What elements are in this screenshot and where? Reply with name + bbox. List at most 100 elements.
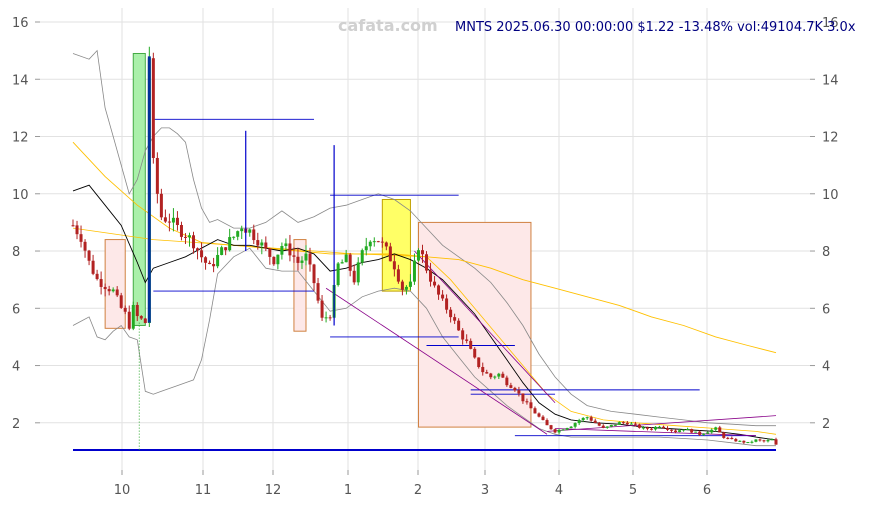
candle-body <box>187 235 191 238</box>
candle-body <box>469 340 473 349</box>
candle-body <box>103 286 107 290</box>
candle-body <box>714 427 718 430</box>
candle-body <box>666 428 670 430</box>
candle-body <box>641 427 645 429</box>
candle-body <box>127 311 131 329</box>
candle-body <box>549 425 553 430</box>
candle-body <box>91 260 95 274</box>
candle-body <box>505 377 509 386</box>
candle-body <box>420 250 424 255</box>
candle-body <box>437 285 441 295</box>
candle-body <box>288 243 292 256</box>
candle-body <box>694 431 698 433</box>
candle-body <box>489 373 493 378</box>
y-tick-label-left: 8 <box>12 245 20 260</box>
x-tick-label: 3 <box>481 483 489 498</box>
candle-body <box>477 357 481 368</box>
candle-body <box>316 283 320 301</box>
candle-body <box>525 401 529 403</box>
candle-body <box>770 439 774 441</box>
candle-body <box>360 250 364 263</box>
candle-body <box>171 217 175 223</box>
candle-body <box>212 264 216 267</box>
candle-body <box>87 250 91 261</box>
candle-body <box>429 270 433 282</box>
stock-chart: 2 2 4 4 6 6 8 8 10 10 12 12 14 14 16 16 10 11 12 1 2 3 4 5 6 caf… <box>0 0 889 505</box>
candle-body <box>425 254 429 271</box>
candle-body <box>276 254 280 265</box>
candle-body <box>119 295 123 308</box>
candle-body <box>220 247 224 255</box>
candle-body <box>497 373 501 377</box>
candle-body <box>340 262 344 264</box>
candle-body <box>388 246 392 262</box>
candle-body <box>115 289 119 296</box>
zone-green <box>132 52 146 326</box>
candle-body <box>645 427 649 429</box>
zone-pink <box>104 239 126 329</box>
candle-body <box>758 439 762 441</box>
candle-body <box>686 429 690 431</box>
candle-body <box>344 254 348 263</box>
candle-body <box>553 429 557 433</box>
trend-line <box>546 415 777 432</box>
candle-body <box>601 425 605 428</box>
x-tick-label: 11 <box>195 483 212 498</box>
y-tick-label-right: 8 <box>822 245 830 260</box>
candle-body <box>722 432 726 438</box>
candle-body <box>268 248 272 257</box>
candle-body <box>192 235 196 249</box>
y-tick-label-right: 10 <box>822 188 839 203</box>
candle-body <box>473 348 477 358</box>
candle-body <box>75 225 79 235</box>
candle-body <box>682 429 686 431</box>
candle-body <box>380 241 384 243</box>
candle-body <box>376 241 380 243</box>
candle-body <box>774 439 778 445</box>
candle-body <box>557 429 561 433</box>
candle-body <box>465 339 469 341</box>
candle-body <box>537 413 541 417</box>
candle-body <box>670 429 674 431</box>
x-tick-label: 5 <box>629 483 637 498</box>
candle-body <box>151 58 155 158</box>
candle-body <box>545 420 549 426</box>
candle-body <box>617 422 621 425</box>
candle-body <box>372 241 376 243</box>
candle-body <box>155 157 159 194</box>
candle-body <box>83 241 87 251</box>
candle-body <box>232 236 236 238</box>
y-tick-label-left: 12 <box>12 131 29 146</box>
candle-body <box>433 281 437 286</box>
candle-body <box>577 420 581 424</box>
ticker-line: MNTS 2025.06.30 00:00:00 $1.22 -13.48% v… <box>455 20 856 35</box>
candle-body <box>593 420 597 423</box>
candle-body <box>368 241 372 247</box>
x-tick-label: 2 <box>414 483 422 498</box>
candle-body <box>111 289 115 292</box>
candle-body <box>79 234 83 242</box>
candle-body <box>416 250 420 261</box>
candle-body <box>750 441 754 443</box>
candle-body <box>734 439 738 442</box>
candle-body <box>296 256 300 263</box>
candle-body <box>71 225 75 227</box>
candle-body <box>621 422 625 424</box>
candle-body <box>718 427 722 433</box>
candle-body <box>581 417 585 421</box>
candle-body <box>107 289 111 292</box>
zone-pink <box>293 239 307 332</box>
candle-body <box>698 431 702 435</box>
y-tick-label-left: 2 <box>12 417 20 432</box>
candle-body <box>533 408 537 414</box>
candle-body <box>392 261 396 270</box>
candle-body <box>513 387 517 391</box>
candle-body <box>204 257 208 263</box>
candle-body <box>408 281 412 287</box>
candle-body <box>196 248 200 251</box>
candle-body <box>183 236 187 238</box>
candle-body <box>541 416 545 421</box>
candle-body <box>159 193 163 218</box>
candle-body <box>678 430 682 433</box>
candle-body <box>312 264 316 284</box>
